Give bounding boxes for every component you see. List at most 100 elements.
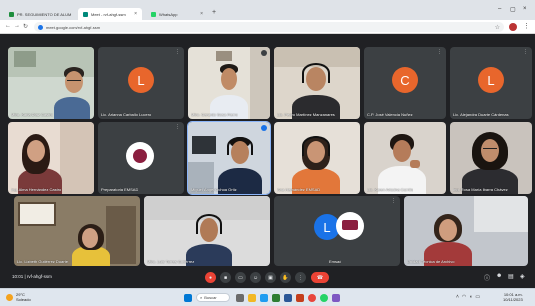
whatsapp-favicon-icon	[151, 11, 156, 17]
mic-muted-icon	[261, 50, 267, 56]
tab-label: WhatsApp	[159, 11, 178, 17]
present-icon[interactable]: ▣	[265, 272, 276, 283]
close-tab-icon[interactable]: ×	[130, 11, 137, 17]
hangup-icon[interactable]: ☎	[311, 272, 329, 283]
taskbar: 29°C Soleado ⌕ Buscar ˄ ◠ ◖ ▭ 10:01 a.m.…	[0, 288, 535, 306]
participant-avatar: L	[128, 67, 154, 93]
close-tab-icon[interactable]: ×	[196, 11, 203, 17]
participant-tile[interactable]: Mtro. Gerardo Sosa Fierro	[188, 47, 270, 119]
browser-tab[interactable]: PR. SEGUIMIENTO DE ALUM ×	[4, 8, 74, 20]
participant-name: Ing. Alma Hernández Castro	[11, 187, 62, 192]
chrome-icon[interactable]	[308, 294, 316, 302]
cc-icon[interactable]: ▭	[235, 272, 246, 283]
browser-tab-active[interactable]: Meet - rvf-ahgf-ssm ×	[78, 8, 142, 20]
participant-tile[interactable]: Ing. Rosa María Ibarra Chávez	[450, 122, 532, 194]
participant-avatar: L	[478, 67, 504, 93]
participant-name: Lic. Arianna Carballo Lucero	[101, 112, 152, 117]
chevron-up-icon[interactable]: ˄	[456, 294, 459, 300]
participant-tile[interactable]: Ana Hernández EMSAD	[274, 122, 360, 194]
maximize-icon[interactable]: ▢	[510, 6, 516, 13]
participant-name: Mtro. Gerardo Sosa Fierro	[191, 112, 238, 117]
participant-name: Unidad Técnica de Archivo	[407, 259, 455, 264]
system-tray: ˄ ◠ ◖ ▭	[456, 294, 480, 300]
search-label: Buscar	[204, 295, 217, 300]
participant-avatar: C	[392, 67, 418, 93]
participant-name: Lic. Pedro Martínez Manzanares	[277, 112, 335, 117]
excel-icon[interactable]	[272, 294, 280, 302]
speaking-indicator-icon	[261, 125, 267, 131]
word-icon[interactable]	[284, 294, 292, 302]
taskbar-search[interactable]: ⌕ Buscar	[196, 293, 230, 302]
url-input[interactable]: meet.google.com/rvf-ahgf-ssm ☆	[34, 22, 504, 32]
more-options-icon[interactable]: ⋮	[391, 198, 396, 204]
participant-tile[interactable]: Lic. Karen Ariadna Carrillo	[364, 122, 446, 194]
file-explorer-icon[interactable]	[248, 294, 256, 302]
info-icon[interactable]: ⓘ	[484, 273, 490, 282]
chat-icon[interactable]: ▤	[508, 273, 514, 280]
meeting-controls-bar: 10:01 | rvf-ahgf-ssm ● ■ ▭ ☺ ▣ ✋ ⋮ ☎ ⓘ ☻…	[0, 266, 535, 288]
new-tab-icon[interactable]: +	[212, 9, 216, 16]
more-icon[interactable]: ⋮	[295, 272, 306, 283]
participant-tile[interactable]: Mtra. Karla Díaz Castro	[8, 47, 94, 119]
participant-name: Miguel Ángel Ochoa Ortiz	[191, 187, 237, 192]
meet-favicon-icon	[83, 11, 88, 17]
participant-name: Emsad	[329, 259, 342, 264]
people-icon[interactable]: ☻	[496, 273, 502, 279]
close-window-icon[interactable]: ×	[523, 6, 527, 12]
battery-icon[interactable]: ▭	[475, 294, 480, 300]
weather-widget[interactable]: 29°C Soleado	[6, 292, 31, 302]
hand-icon[interactable]: ✋	[280, 272, 291, 283]
browser-tab[interactable]: WhatsApp ×	[146, 8, 208, 20]
start-icon[interactable]	[184, 294, 192, 302]
task-view-icon[interactable]	[236, 294, 244, 302]
mic-off-icon[interactable]: ●	[205, 272, 216, 283]
participant-tile[interactable]: C ⋮ C.P. José Valencia Nuñez	[364, 47, 446, 119]
profile-avatar[interactable]	[509, 23, 517, 31]
participant-name: Mtra. Karla Díaz Castro	[11, 112, 53, 117]
app-icon[interactable]	[332, 294, 340, 302]
browser-menu-icon[interactable]: ⋮	[523, 22, 530, 30]
taskbar-clock[interactable]: 10:01 a.m. 10/11/2023	[503, 292, 523, 302]
edge-icon[interactable]	[260, 294, 268, 302]
powerpoint-icon[interactable]	[296, 294, 304, 302]
emoji-icon[interactable]: ☺	[250, 272, 261, 283]
more-options-icon[interactable]: ⋮	[175, 49, 180, 55]
url-text: meet.google.com/rvf-ahgf-ssm	[46, 24, 101, 30]
clock-date: 10/11/2023	[503, 297, 523, 302]
back-icon[interactable]: ←	[5, 23, 11, 29]
activities-icon[interactable]: ◈	[520, 273, 525, 280]
participant-tile[interactable]: L ⋮ Emsad	[274, 196, 400, 266]
tab-label: Meet - rvf-ahgf-ssm	[91, 11, 126, 17]
browser-tab-bar: PR. SEGUIMIENTO DE ALUM × Meet - rvf-ahg…	[0, 0, 535, 20]
wifi-icon[interactable]: ◠	[462, 294, 466, 300]
speaker-icon[interactable]: ◖	[469, 294, 472, 300]
participant-name: C.P. José Valencia Nuñez	[367, 112, 413, 117]
participant-tile[interactable]: Lic. Pedro Martínez Manzanares	[274, 47, 360, 119]
meeting-time-code: 10:01 | rvf-ahgf-ssm	[12, 274, 52, 279]
participant-name: Lic. Alejandra Duarte Cárdenas	[453, 112, 509, 117]
camera-icon[interactable]: ■	[220, 272, 231, 283]
whatsapp-icon[interactable]	[320, 294, 328, 302]
participant-tile[interactable]: Lic. Lizbeth Gutiérrez Duarte	[14, 196, 140, 266]
more-options-icon[interactable]: ⋮	[523, 49, 528, 55]
participant-tile[interactable]: Mtro. Luis Torres Gutiérrez	[144, 196, 270, 266]
participant-name: Ing. Rosa María Ibarra Chávez	[453, 187, 508, 192]
more-options-icon[interactable]: ⋮	[437, 49, 442, 55]
participant-tile[interactable]: Unidad Técnica de Archivo	[404, 196, 528, 266]
participant-tile[interactable]: Ing. Alma Hernández Castro	[8, 122, 94, 194]
participant-tile[interactable]: ⋮ Preparatoria EMSAD	[98, 122, 184, 194]
search-icon: ⌕	[200, 295, 203, 300]
participant-tile-speaking[interactable]: Miguel Ángel Ochoa Ortiz	[187, 121, 271, 195]
more-options-icon[interactable]: ⋮	[175, 124, 180, 130]
participant-tile[interactable]: L ⋮ Lic. Arianna Carballo Lucero	[98, 47, 184, 119]
weather-desc: Soleado	[16, 296, 31, 302]
reload-icon[interactable]: ↻	[23, 23, 28, 30]
participant-name: Lic. Karen Ariadna Carrillo	[367, 187, 414, 192]
participant-name: Mtro. Luis Torres Gutiérrez	[147, 259, 195, 264]
site-info-icon[interactable]	[38, 24, 43, 30]
minimize-icon[interactable]: –	[498, 6, 501, 12]
forward-icon[interactable]: →	[14, 23, 20, 29]
participant-tile[interactable]: L ⋮ Lic. Alejandra Duarte Cárdenas	[450, 47, 532, 119]
bookmark-star-icon[interactable]: ☆	[495, 24, 500, 31]
sheets-favicon-icon	[9, 11, 14, 17]
